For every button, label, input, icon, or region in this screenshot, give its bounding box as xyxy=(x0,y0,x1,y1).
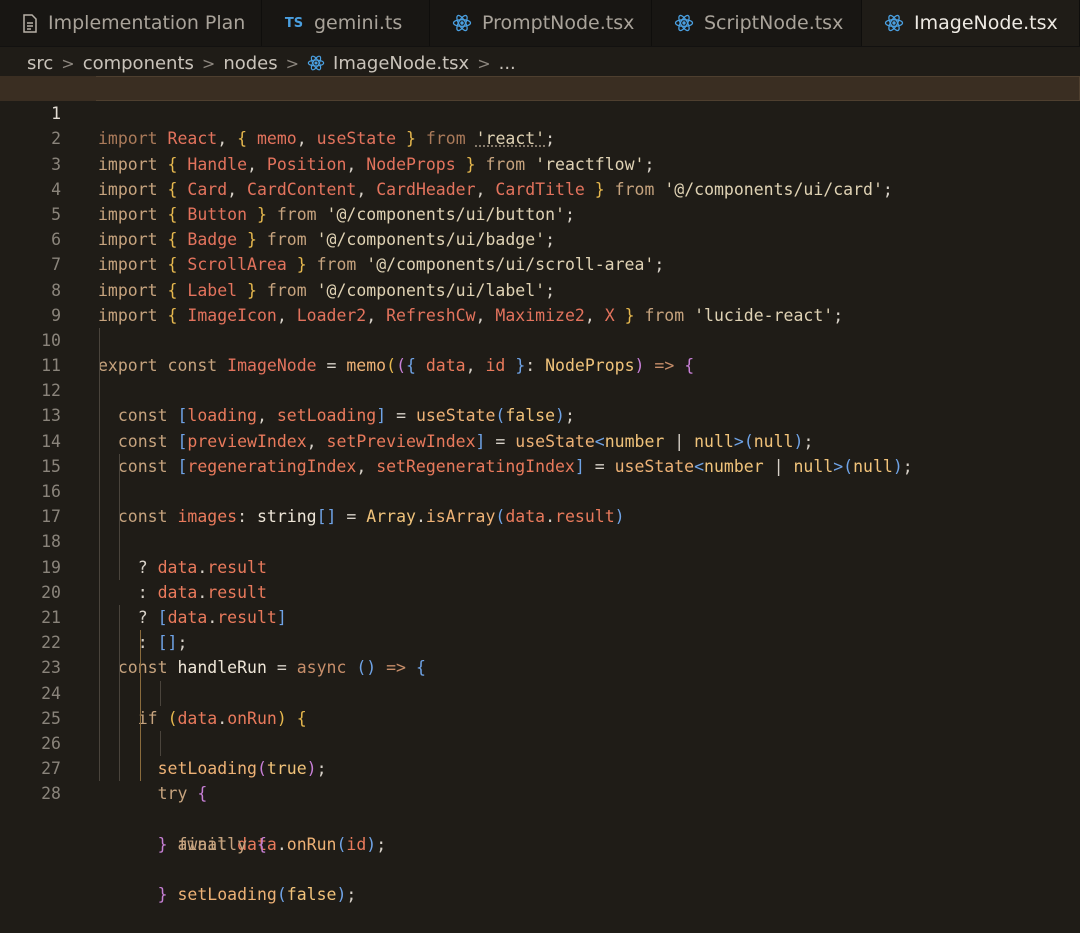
indent-guide xyxy=(99,529,100,555)
indent-guide xyxy=(99,479,100,505)
code-text: } xyxy=(157,885,168,905)
breadcrumb-separator: > xyxy=(477,53,491,73)
indent-guide-active xyxy=(140,705,141,731)
code-line: 27 setLoading(false); xyxy=(0,730,1080,904)
code-line: 6 import { ScrollArea } from '@/componen… xyxy=(0,202,1080,274)
breadcrumb-item-src[interactable]: src xyxy=(27,53,53,74)
code-line: 24 try { xyxy=(0,655,1080,803)
code-line: 10 export const ImageNode = memo(({ data… xyxy=(0,303,1080,375)
editor-tab-bar: Implementation Plan TS gemini.ts PromptN… xyxy=(0,0,1080,47)
code-line: 5 import { Badge } from '@/components/ui… xyxy=(0,177,1080,249)
code-line: 23 setLoading(true); xyxy=(0,630,1080,778)
tab-label: PromptNode.tsx xyxy=(482,12,635,34)
code-line: 16 ? data.result xyxy=(0,453,1080,577)
react-icon xyxy=(884,13,904,33)
line-number: 28 xyxy=(41,784,61,804)
code-line: 1 import React, { memo, useState } from … xyxy=(0,76,1080,148)
breadcrumb-separator: > xyxy=(285,53,300,73)
typescript-icon: TS xyxy=(284,15,304,31)
breadcrumb-separator: > xyxy=(61,53,75,73)
code-line: 18 ? [data.result] xyxy=(0,504,1080,627)
code-line: 13 const [regeneratingIndex, setRegenera… xyxy=(0,378,1080,476)
indent-guide xyxy=(119,604,120,631)
indent-guide-active xyxy=(140,655,141,681)
code-line: 28 } xyxy=(0,756,1080,904)
document-icon xyxy=(22,13,38,33)
indent-guide xyxy=(99,428,100,454)
indent-guide xyxy=(119,529,120,555)
indent-guide xyxy=(99,378,100,404)
indent-guide xyxy=(99,327,100,354)
breadcrumb-item-symbols[interactable]: ... xyxy=(499,53,516,74)
tab-gemini-ts[interactable]: TS gemini.ts xyxy=(262,0,430,46)
indent-guide xyxy=(119,655,120,681)
tab-label: ImageNode.tsx xyxy=(914,12,1058,34)
code-line: 3 import { Card, CardContent, CardHeader… xyxy=(0,126,1080,199)
breadcrumb: src > components > nodes > ImageNode.tsx… xyxy=(0,46,1080,80)
indent-guide xyxy=(99,604,100,631)
code-text: try { xyxy=(157,784,208,804)
code-line: 17 : data.result xyxy=(0,479,1080,602)
tab-label: Implementation Plan xyxy=(48,12,246,34)
indent-guide xyxy=(119,479,120,505)
indent-guide-active xyxy=(140,756,141,782)
indent-guide xyxy=(99,680,100,706)
indent-guide xyxy=(160,730,161,757)
code-text: } finally { xyxy=(157,834,267,854)
breadcrumb-item-nodes[interactable]: nodes xyxy=(223,53,277,74)
code-line: 11 const [loading, setLoading] = useStat… xyxy=(0,327,1080,425)
indent-guide xyxy=(99,655,100,681)
indent-guide xyxy=(99,630,100,656)
indent-guide-active xyxy=(140,730,141,757)
code-line: 22 if (data.onRun) { xyxy=(0,604,1080,728)
tab-label: gemini.ts xyxy=(314,12,403,34)
code-line: 19 : []; xyxy=(0,529,1080,652)
indent-guide xyxy=(99,453,100,479)
indent-guide xyxy=(99,353,100,379)
indent-guide xyxy=(119,756,120,782)
indent-guide xyxy=(99,403,100,429)
indent-guide xyxy=(99,756,100,782)
indent-guide xyxy=(99,730,100,757)
breadcrumb-item-components[interactable]: components xyxy=(83,53,194,74)
indent-guide-active xyxy=(140,630,141,656)
indent-guide xyxy=(99,705,100,731)
tab-label: ScriptNode.tsx xyxy=(704,12,844,34)
indent-guide xyxy=(119,554,120,580)
react-icon xyxy=(452,13,472,33)
indent-guide xyxy=(99,504,100,530)
tab-imagenode[interactable]: ImageNode.tsx ✕ xyxy=(862,0,1080,46)
tab-scriptnode[interactable]: ScriptNode.tsx xyxy=(652,0,862,46)
code-line: 2 import { Handle, Position, NodeProps }… xyxy=(0,101,1080,173)
code-line: 15 const images: string[] = Array.isArra… xyxy=(0,428,1080,526)
code-line: 25 await data.onRun(id); xyxy=(0,680,1080,854)
indent-guide xyxy=(119,705,120,731)
indent-guide xyxy=(160,680,161,706)
indent-guide xyxy=(119,630,120,656)
indent-guide xyxy=(119,453,120,479)
tab-promptnode[interactable]: PromptNode.tsx xyxy=(430,0,652,46)
code-line: 20 xyxy=(0,554,1080,602)
indent-guide xyxy=(99,579,100,605)
indent-guide xyxy=(119,730,120,757)
breadcrumb-separator: > xyxy=(201,53,216,73)
indent-guide-active xyxy=(140,680,141,706)
code-line: 21 const handleRun = async () => { xyxy=(0,579,1080,677)
indent-guide xyxy=(119,504,120,530)
code-line: 14 xyxy=(0,403,1080,451)
code-line: 8 import { ImageIcon, Loader2, RefreshCw… xyxy=(0,252,1080,325)
code-line: 9 xyxy=(0,278,1080,325)
indent-guide xyxy=(99,554,100,580)
code-line: 7 import { Label } from '@/components/ui… xyxy=(0,227,1080,299)
tab-implementation-plan[interactable]: Implementation Plan xyxy=(0,0,262,46)
react-icon xyxy=(674,13,694,33)
code-line: 26 } finally { xyxy=(0,705,1080,854)
code-line: 12 const [previewIndex, setPreviewIndex]… xyxy=(0,353,1080,451)
indent-guide xyxy=(119,680,120,706)
code-line: 4 import { Button } from '@/components/u… xyxy=(0,152,1080,224)
breadcrumb-item-file[interactable]: ImageNode.tsx xyxy=(333,53,469,74)
react-icon xyxy=(307,54,325,72)
code-editor[interactable]: 1 import React, { memo, useState } from … xyxy=(0,76,1080,904)
